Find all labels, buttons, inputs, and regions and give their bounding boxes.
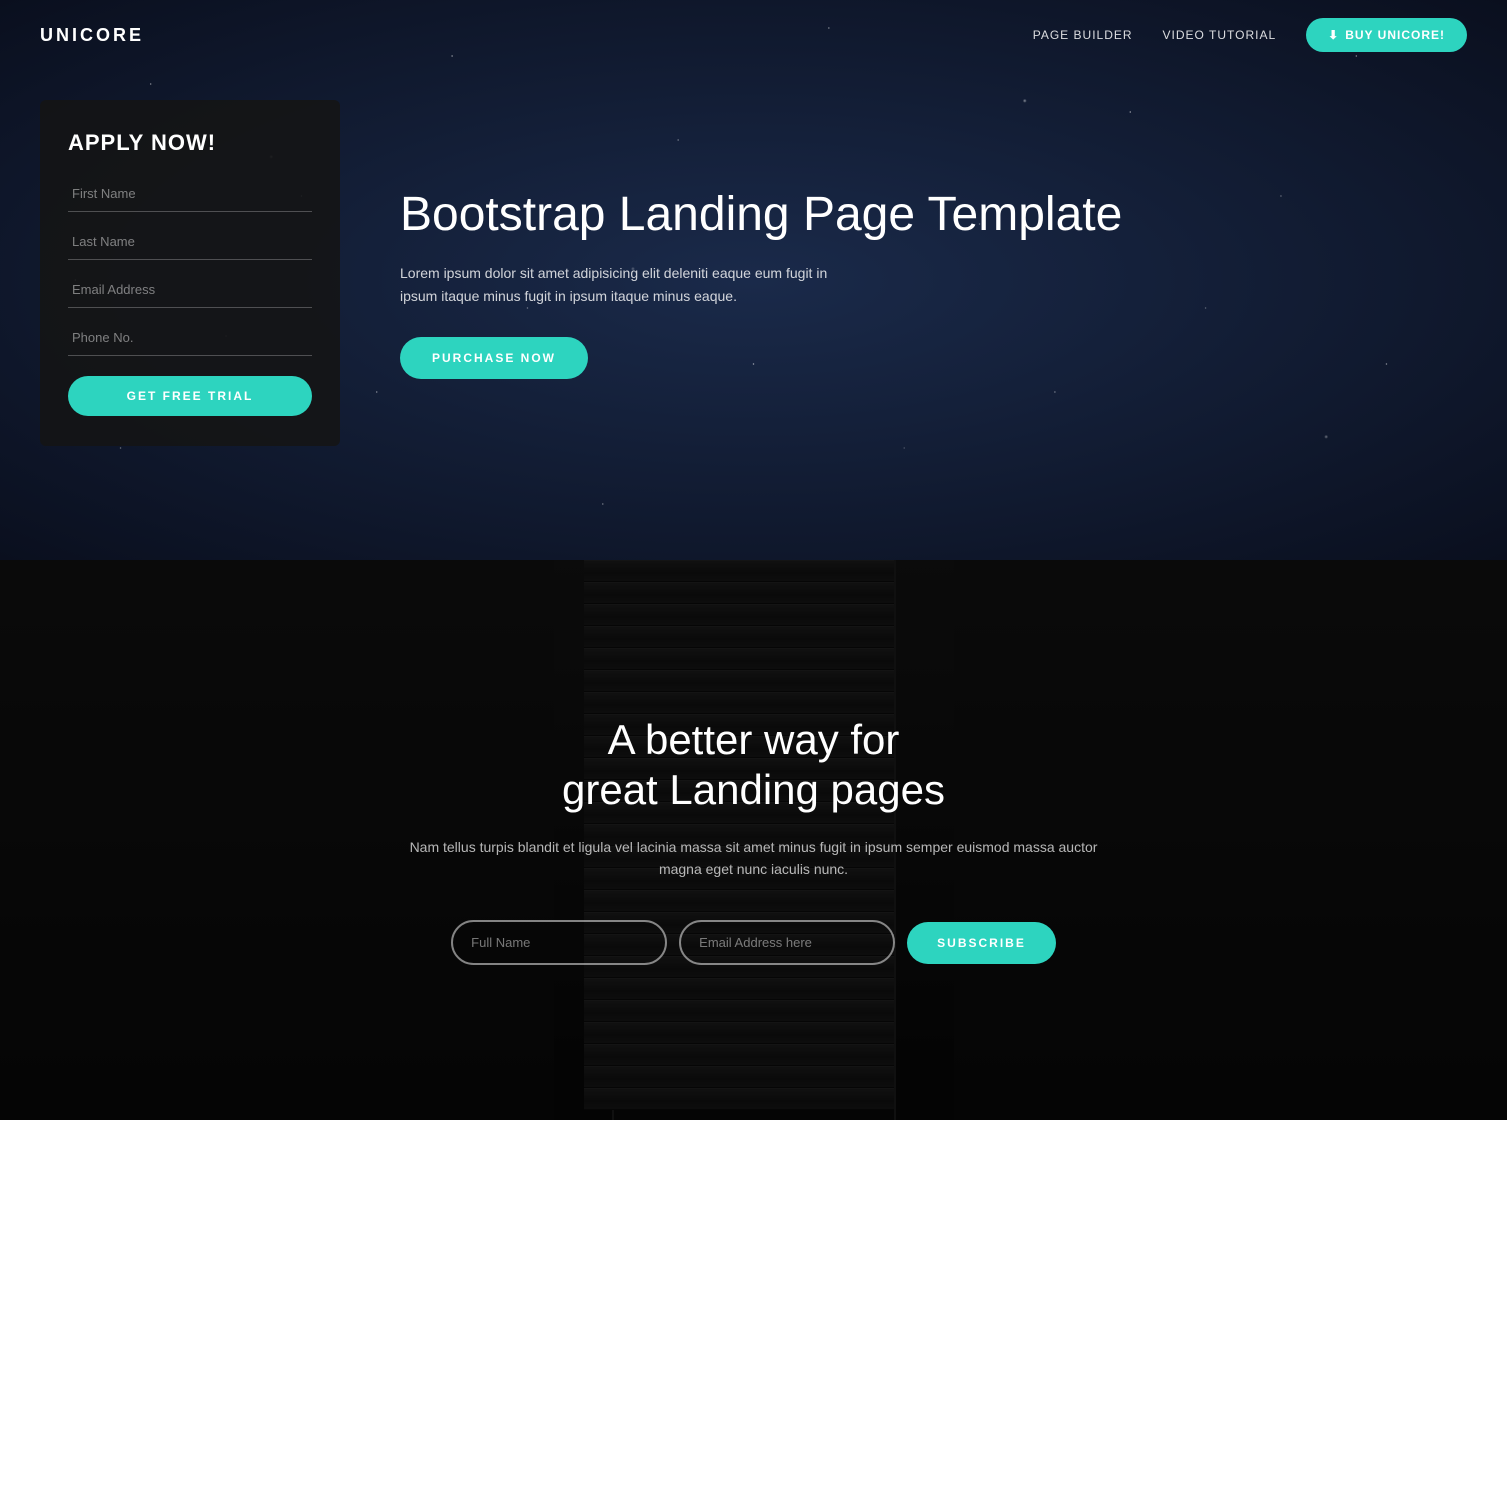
form-title: APPLY NOW! — [68, 130, 312, 156]
section-heading: A better way for great Landing pages — [404, 715, 1104, 816]
escalator-section: A better way for great Landing pages Nam… — [0, 560, 1507, 1120]
phone-input[interactable] — [68, 320, 312, 356]
site-logo: UNICORE — [40, 25, 144, 46]
download-icon: ⬇ — [1328, 28, 1339, 42]
buy-button[interactable]: ⬇ BUY UNICORE! — [1306, 18, 1467, 52]
get-free-trial-button[interactable]: GET FREE TRIAL — [68, 376, 312, 416]
email-address-input[interactable] — [68, 272, 312, 308]
nav-links: PAGE BUILDER VIDEO TUTORIAL ⬇ BUY UNICOR… — [1033, 18, 1467, 52]
heading-line1: A better way for — [608, 716, 900, 763]
hero-content: APPLY NOW! GET FREE TRIAL Bootstrap Land… — [0, 0, 1507, 506]
last-name-input[interactable] — [68, 224, 312, 260]
hero-section: UNICORE PAGE BUILDER VIDEO TUTORIAL ⬇ BU… — [0, 0, 1507, 560]
section-paragraph: Nam tellus turpis blandit et ligula vel … — [404, 836, 1104, 881]
subscribe-button[interactable]: SUBSCRIBE — [907, 922, 1056, 964]
video-tutorial-link[interactable]: VIDEO TUTORIAL — [1163, 28, 1277, 42]
escalator-section-content: A better way for great Landing pages Nam… — [404, 715, 1104, 966]
heading-line2: great Landing pages — [562, 766, 945, 813]
hero-paragraph: Lorem ipsum dolor sit amet adipisicing e… — [400, 262, 840, 307]
subscribe-full-name-input[interactable] — [451, 920, 667, 965]
hero-heading: Bootstrap Landing Page Template — [400, 187, 1467, 242]
purchase-now-button[interactable]: PURCHASE NOW — [400, 337, 588, 379]
subscribe-row: SUBSCRIBE — [404, 920, 1104, 965]
apply-form-card: APPLY NOW! GET FREE TRIAL — [40, 100, 340, 446]
subscribe-email-input[interactable] — [679, 920, 895, 965]
page-builder-link[interactable]: PAGE BUILDER — [1033, 28, 1133, 42]
navbar: UNICORE PAGE BUILDER VIDEO TUTORIAL ⬇ BU… — [0, 0, 1507, 70]
hero-text-block: Bootstrap Landing Page Template Lorem ip… — [400, 167, 1467, 379]
first-name-input[interactable] — [68, 176, 312, 212]
